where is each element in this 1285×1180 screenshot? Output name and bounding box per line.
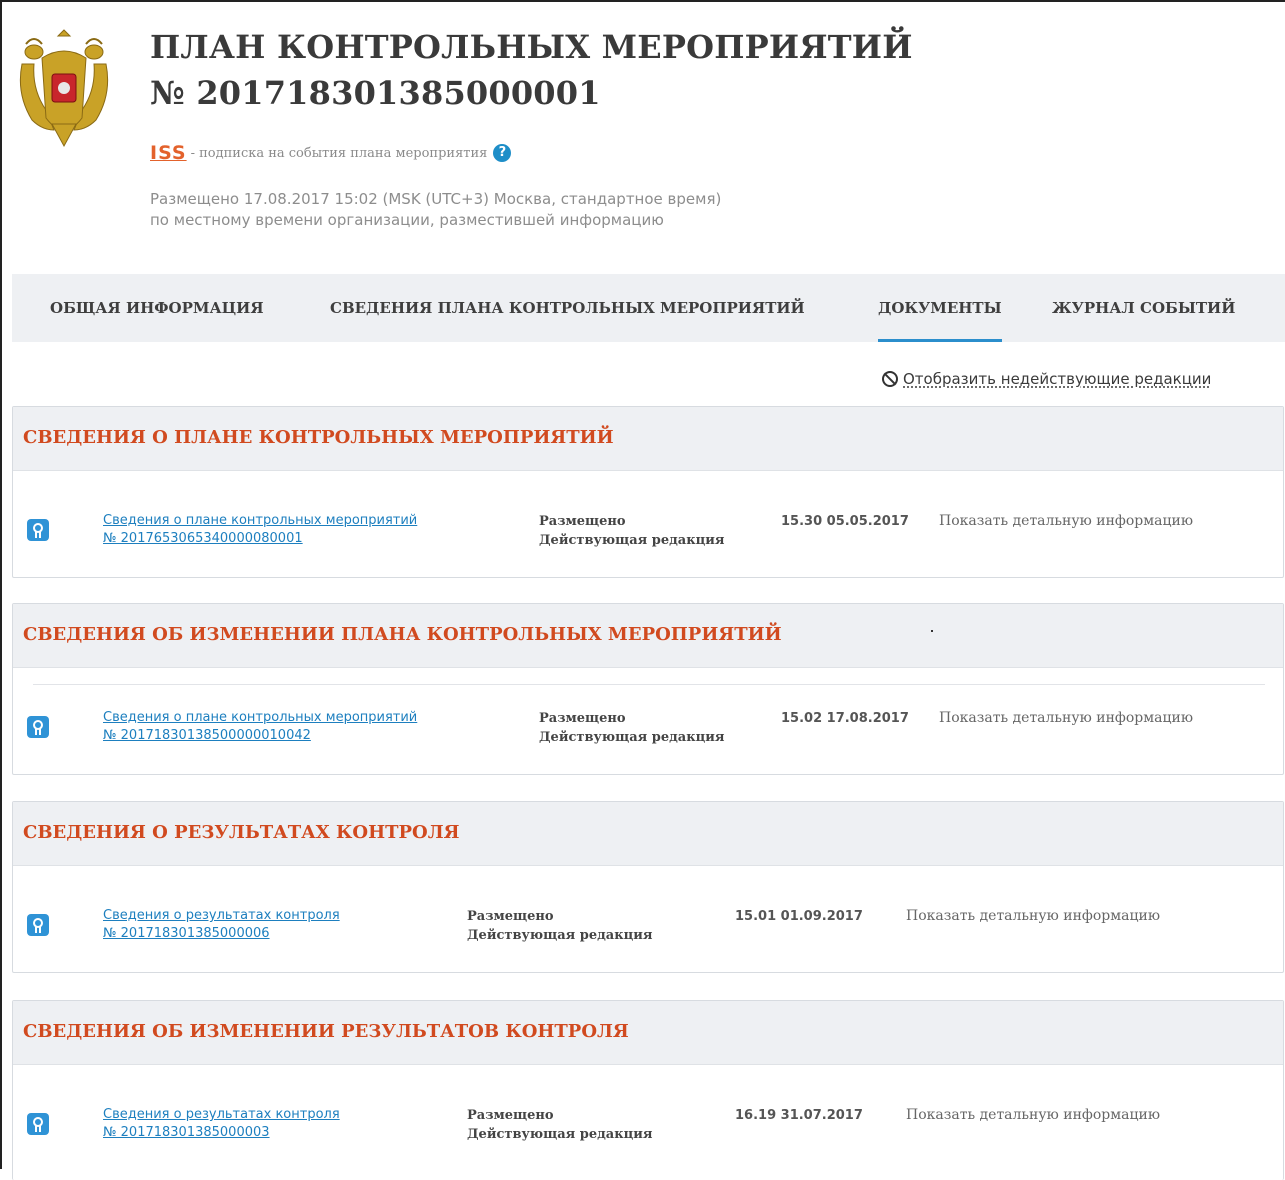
status-edition: Действующая редакция: [467, 1127, 653, 1142]
rss-subscription: ISS - подписка на события плана мероприя…: [150, 142, 512, 164]
show-details-link[interactable]: Показать детальную информацию: [939, 512, 1193, 531]
document-row: Сведения о плане контрольных мероприятий…: [13, 471, 1283, 577]
document-status: Размещено Действующая редакция: [539, 709, 724, 747]
rss-description: - подписка на события плана мероприятия: [190, 145, 488, 161]
status-edition: Действующая редакция: [539, 730, 725, 745]
document-status: Размещено Действующая редакция: [539, 512, 724, 550]
document-date: 16.19 31.07.2017: [735, 1108, 863, 1123]
document-row: Сведения о результатах контроля № 201718…: [13, 866, 1283, 972]
plan-number: № 201718301385000001: [150, 74, 601, 112]
section-plan-change-info: СВЕДЕНИЯ ОБ ИЗМЕНЕНИИ ПЛАНА КОНТРОЛЬНЫХ …: [12, 603, 1284, 775]
document-badge-icon: [27, 914, 49, 936]
show-inactive-editions-link[interactable]: Отобразить недействующие редакции: [882, 370, 1211, 388]
show-details-link[interactable]: Показать детальную информацию: [939, 709, 1193, 728]
document-link[interactable]: Сведения о плане контрольных мероприятий…: [103, 512, 417, 548]
show-details-link[interactable]: Показать детальную информацию: [906, 907, 1160, 926]
row-divider: [33, 684, 1265, 685]
tab-plan-info[interactable]: СВЕДЕНИЯ ПЛАНА КОНТРОЛЬНЫХ МЕРОПРИЯТИЙ: [330, 274, 805, 342]
section-title: СВЕДЕНИЯ О РЕЗУЛЬТАТАХ КОНТРОЛЯ: [13, 802, 1283, 866]
rss-subscribe-link[interactable]: ISS: [150, 142, 187, 164]
section-title: СВЕДЕНИЯ ОБ ИЗМЕНЕНИИ РЕЗУЛЬТАТОВ КОНТРО…: [13, 1001, 1283, 1065]
tab-event-log[interactable]: ЖУРНАЛ СОБЫТИЙ: [1052, 274, 1235, 342]
document-link-line1[interactable]: Сведения о плане контрольных мероприятий: [103, 512, 417, 530]
dot-mark: [931, 630, 933, 632]
posted-line1: Размещено 17.08.2017 15:02 (MSK (UTC+3) …: [150, 190, 722, 208]
tab-documents[interactable]: ДОКУМЕНТЫ: [878, 274, 1002, 342]
document-badge-icon: [27, 1113, 49, 1135]
document-link[interactable]: Сведения о результатах контроля № 201718…: [103, 1106, 340, 1142]
tab-general-info[interactable]: ОБЩАЯ ИНФОРМАЦИЯ: [50, 274, 264, 342]
document-row: Сведения о результатах контроля № 201718…: [13, 1065, 1283, 1171]
document-link[interactable]: Сведения о результатах контроля № 201718…: [103, 907, 340, 943]
section-control-results: СВЕДЕНИЯ О РЕЗУЛЬТАТАХ КОНТРОЛЯ Сведения…: [12, 801, 1284, 973]
document-link-number[interactable]: № 2017653065340000080001: [103, 530, 417, 548]
section-control-results-change: СВЕДЕНИЯ ОБ ИЗМЕНЕНИИ РЕЗУЛЬТАТОВ КОНТРО…: [12, 1000, 1284, 1180]
document-status: Размещено Действующая редакция: [467, 907, 652, 945]
document-date: 15.02 17.08.2017: [781, 711, 909, 726]
status-edition: Действующая редакция: [467, 928, 653, 943]
show-inactive-label: Отобразить недействующие редакции: [903, 370, 1212, 388]
page-title-line1: ПЛАН КОНТРОЛЬНЫХ МЕРОПРИЯТИЙ: [150, 28, 913, 66]
document-row: Сведения о плане контрольных мероприятий…: [13, 668, 1283, 774]
document-badge-icon: [27, 716, 49, 738]
section-plan-info: СВЕДЕНИЯ О ПЛАНЕ КОНТРОЛЬНЫХ МЕРОПРИЯТИЙ…: [12, 406, 1284, 578]
document-link[interactable]: Сведения о плане контрольных мероприятий…: [103, 709, 417, 745]
document-link-line1[interactable]: Сведения о результатах контроля: [103, 1106, 340, 1124]
ban-icon: [882, 371, 898, 387]
document-link-number[interactable]: № 201718301385000006: [103, 925, 340, 943]
show-details-link[interactable]: Показать детальную информацию: [906, 1106, 1160, 1125]
document-link-line1[interactable]: Сведения о результатах контроля: [103, 907, 340, 925]
document-date: 15.30 05.05.2017: [781, 514, 909, 529]
document-link-line1[interactable]: Сведения о плане контрольных мероприятий: [103, 709, 417, 727]
posted-line2: по местному времени организации, размест…: [150, 211, 664, 229]
posted-info: Размещено 17.08.2017 15:02 (MSK (UTC+3) …: [150, 189, 721, 231]
tab-bar: ОБЩАЯ ИНФОРМАЦИЯ СВЕДЕНИЯ ПЛАНА КОНТРОЛЬ…: [12, 274, 1285, 342]
coat-of-arms-icon: [12, 24, 116, 150]
document-badge-icon: [27, 519, 49, 541]
status-edition: Действующая редакция: [539, 533, 725, 548]
document-date: 15.01 01.09.2017: [735, 909, 863, 924]
status-posted: Размещено: [539, 711, 626, 726]
help-icon[interactable]: ?: [493, 144, 512, 162]
status-posted: Размещено: [539, 514, 626, 529]
page-title: ПЛАН КОНТРОЛЬНЫХ МЕРОПРИЯТИЙ № 201718301…: [150, 24, 913, 116]
status-posted: Размещено: [467, 909, 554, 924]
page-header: ПЛАН КОНТРОЛЬНЫХ МЕРОПРИЯТИЙ № 201718301…: [2, 2, 1285, 274]
document-link-number[interactable]: № 20171830138500000010042: [103, 727, 417, 745]
document-status: Размещено Действующая редакция: [467, 1106, 652, 1144]
document-link-number[interactable]: № 201718301385000003: [103, 1124, 340, 1142]
status-posted: Размещено: [467, 1108, 554, 1123]
section-title: СВЕДЕНИЯ ОБ ИЗМЕНЕНИИ ПЛАНА КОНТРОЛЬНЫХ …: [13, 604, 1283, 668]
section-title: СВЕДЕНИЯ О ПЛАНЕ КОНТРОЛЬНЫХ МЕРОПРИЯТИЙ: [13, 407, 1283, 471]
